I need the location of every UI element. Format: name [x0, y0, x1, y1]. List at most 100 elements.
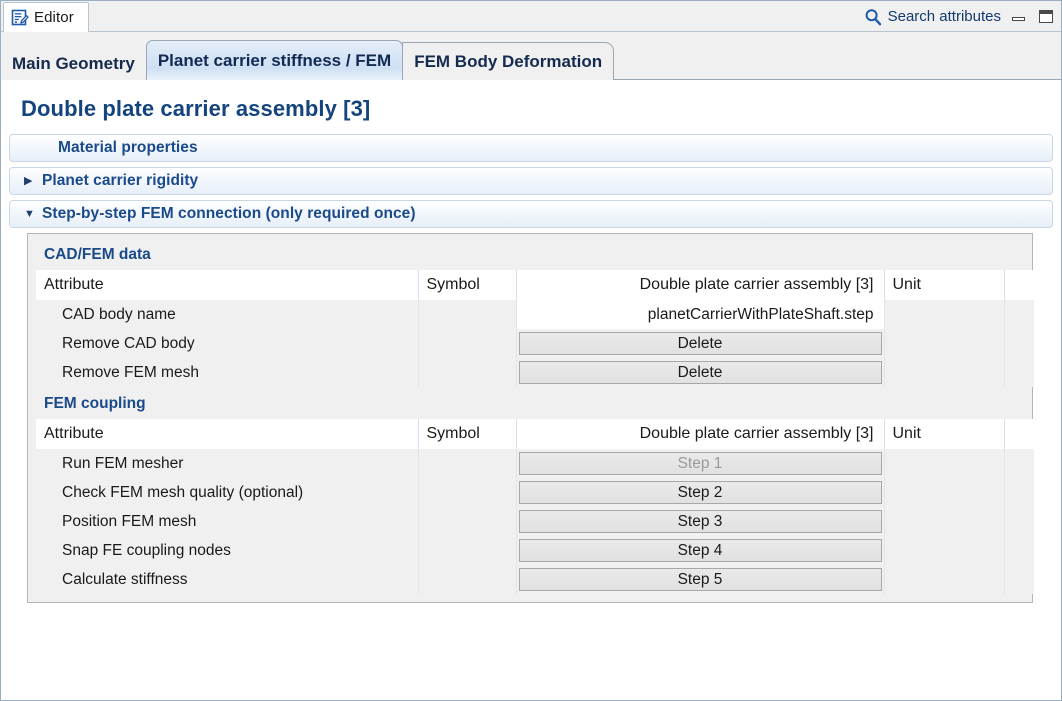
tab-label: FEM Body Deformation: [414, 52, 602, 72]
editor-document-pencil-icon: [11, 9, 29, 27]
row-value-cell: Step 5: [516, 565, 884, 594]
table-row: Check FEM mesh quality (optional) Step 2: [36, 478, 1034, 507]
row-attribute: Check FEM mesh quality (optional): [36, 478, 418, 507]
table-row: Run FEM mesher Step 1: [36, 449, 1034, 478]
row-unit: [884, 536, 1004, 565]
row-unit: [884, 565, 1004, 594]
page-title: Double plate carrier assembly [3]: [1, 80, 1061, 134]
remove-fem-mesh-button[interactable]: Delete: [519, 361, 882, 384]
column-header-extra: [1004, 270, 1034, 300]
cad-fem-data-table: Attribute Symbol Double plate carrier as…: [36, 270, 1034, 387]
row-symbol: [418, 536, 516, 565]
row-attribute: Run FEM mesher: [36, 449, 418, 478]
column-header-attribute: Attribute: [36, 270, 418, 300]
tab-label: Planet carrier stiffness / FEM: [158, 51, 391, 71]
row-attribute: CAD body name: [36, 300, 418, 329]
row-extra: [1004, 507, 1034, 536]
search-attributes-button[interactable]: Search attributes: [864, 8, 1001, 26]
window-title-bar: Editor Search attributes: [1, 1, 1061, 32]
row-extra: [1004, 565, 1034, 594]
table-row: Calculate stiffness Step 5: [36, 565, 1034, 594]
table-header-row: Attribute Symbol Double plate carrier as…: [36, 419, 1034, 449]
row-unit: [884, 300, 1004, 329]
column-header-value: Double plate carrier assembly [3]: [516, 419, 884, 449]
row-unit: [884, 478, 1004, 507]
cad-body-name-value: planetCarrierWithPlateShaft.step: [516, 300, 884, 329]
column-header-attribute: Attribute: [36, 419, 418, 449]
run-fem-mesher-step1-button: Step 1: [519, 452, 882, 475]
table-row: Remove CAD body Delete: [36, 329, 1034, 358]
row-value-cell: Step 2: [516, 478, 884, 507]
row-attribute: Calculate stiffness: [36, 565, 418, 594]
row-extra: [1004, 329, 1034, 358]
row-attribute: Snap FE coupling nodes: [36, 536, 418, 565]
row-unit: [884, 329, 1004, 358]
tab-main-geometry[interactable]: Main Geometry: [1, 47, 147, 80]
row-extra: [1004, 300, 1034, 329]
search-icon: [864, 8, 882, 26]
row-extra: [1004, 536, 1034, 565]
calculate-stiffness-step5-button[interactable]: Step 5: [519, 568, 882, 591]
column-header-symbol: Symbol: [418, 270, 516, 300]
table-row: Snap FE coupling nodes Step 4: [36, 536, 1034, 565]
cad-fem-data-title: CAD/FEM data: [36, 244, 1024, 270]
row-symbol: [418, 565, 516, 594]
search-attributes-label: Search attributes: [888, 8, 1001, 25]
row-attribute: Remove FEM mesh: [36, 358, 418, 387]
column-header-unit: Unit: [884, 270, 1004, 300]
editor-content: Double plate carrier assembly [3] Materi…: [1, 80, 1061, 701]
row-extra: [1004, 449, 1034, 478]
section-step-by-step-fem-connection[interactable]: ▼ Step-by-step FEM connection (only requ…: [9, 200, 1053, 228]
chevron-down-icon: ▼: [24, 209, 42, 220]
section-material-properties[interactable]: Material properties: [9, 134, 1053, 162]
column-header-extra: [1004, 419, 1034, 449]
fem-coupling-title: FEM coupling: [36, 387, 1024, 419]
row-symbol: [418, 449, 516, 478]
fem-connection-panel: CAD/FEM data Attribute Symbol Double pla…: [27, 233, 1033, 603]
section-label: Planet carrier rigidity: [42, 172, 198, 190]
column-header-unit: Unit: [884, 419, 1004, 449]
row-unit: [884, 507, 1004, 536]
section-label: Material properties: [58, 139, 198, 157]
row-symbol: [418, 507, 516, 536]
row-symbol: [418, 300, 516, 329]
fem-coupling-table: Attribute Symbol Double plate carrier as…: [36, 419, 1034, 594]
row-extra: [1004, 358, 1034, 387]
row-value-cell: Step 4: [516, 536, 884, 565]
row-value-cell: Delete: [516, 358, 884, 387]
row-unit: [884, 358, 1004, 387]
tab-planet-carrier-stiffness-fem[interactable]: Planet carrier stiffness / FEM: [146, 40, 403, 80]
tab-strip: Main Geometry Planet carrier stiffness /…: [1, 32, 1061, 80]
tab-fem-body-deformation[interactable]: FEM Body Deformation: [402, 42, 614, 80]
column-header-symbol: Symbol: [418, 419, 516, 449]
row-value-cell: Step 1: [516, 449, 884, 478]
row-value-cell: Delete: [516, 329, 884, 358]
section-label: Step-by-step FEM connection (only requir…: [42, 205, 416, 223]
column-header-value: Double plate carrier assembly [3]: [516, 270, 884, 300]
snap-fe-coupling-nodes-step4-button[interactable]: Step 4: [519, 539, 882, 562]
maximize-icon[interactable]: [1037, 9, 1055, 25]
row-value-cell: Step 3: [516, 507, 884, 536]
table-header-row: Attribute Symbol Double plate carrier as…: [36, 270, 1034, 300]
row-attribute: Position FEM mesh: [36, 507, 418, 536]
row-extra: [1004, 478, 1034, 507]
position-fem-mesh-step3-button[interactable]: Step 3: [519, 510, 882, 533]
check-fem-mesh-quality-step2-button[interactable]: Step 2: [519, 481, 882, 504]
row-symbol: [418, 478, 516, 507]
chevron-right-icon: ▶: [24, 176, 42, 187]
row-attribute: Remove CAD body: [36, 329, 418, 358]
row-unit: [884, 449, 1004, 478]
table-row: Remove FEM mesh Delete: [36, 358, 1034, 387]
title-bar-controls: Search attributes: [864, 1, 1055, 32]
editor-window: Editor Search attributes Main Geometry: [0, 0, 1062, 701]
row-symbol: [418, 329, 516, 358]
editor-tab[interactable]: Editor: [3, 2, 89, 32]
tab-label: Main Geometry: [12, 54, 135, 74]
editor-tab-label: Editor: [34, 9, 74, 26]
remove-cad-body-button[interactable]: Delete: [519, 332, 882, 355]
minimize-icon[interactable]: [1010, 9, 1028, 25]
section-planet-carrier-rigidity[interactable]: ▶ Planet carrier rigidity: [9, 167, 1053, 195]
table-row: Position FEM mesh Step 3: [36, 507, 1034, 536]
row-symbol: [418, 358, 516, 387]
table-row: CAD body name planetCarrierWithPlateShaf…: [36, 300, 1034, 329]
